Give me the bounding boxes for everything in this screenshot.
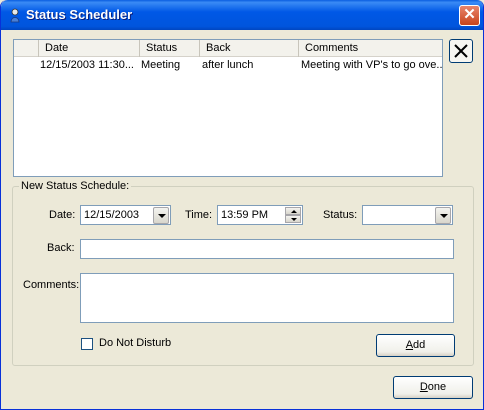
title-bar: Status Scheduler ✕ (1, 0, 483, 30)
close-window-button[interactable]: ✕ (459, 5, 480, 26)
chevron-down-icon[interactable] (153, 207, 169, 224)
do-not-disturb-label[interactable]: Do Not Disturb (99, 337, 171, 349)
close-x-icon (454, 44, 468, 58)
time-label: Time: (185, 209, 213, 221)
app-icon (10, 8, 20, 23)
column-header-status[interactable]: Status (140, 40, 200, 57)
back-input[interactable] (80, 239, 454, 259)
schedule-list[interactable]: Date Status Back Comments 12/15/2003 11:… (13, 39, 443, 177)
chevron-down-icon[interactable] (435, 207, 451, 224)
row-status: Meeting (141, 59, 181, 71)
time-spinner[interactable] (285, 207, 301, 224)
column-header-back[interactable]: Back (200, 40, 299, 57)
spin-up-icon[interactable] (285, 207, 301, 215)
back-label: Back: (47, 242, 75, 254)
row-date: 12/15/2003 11:30... (40, 59, 134, 71)
add-button[interactable]: Add (376, 334, 455, 357)
date-label: Date: (49, 209, 76, 221)
row-comments: Meeting with VP's to go ove... (301, 59, 443, 71)
status-scheduler-window: Status Scheduler ✕ Date Status Back Comm… (0, 0, 484, 410)
status-label: Status: (323, 209, 358, 221)
table-row[interactable]: 12/15/2003 11:30... Meeting after lunch … (14, 58, 443, 73)
add-button-label: dd (413, 339, 426, 351)
done-button-label: one (427, 381, 447, 393)
comments-textarea[interactable] (80, 273, 454, 323)
list-header: Date Status Back Comments (14, 40, 442, 57)
comments-label: Comments: (23, 279, 80, 291)
window-title: Status Scheduler (26, 7, 133, 22)
spin-down-icon[interactable] (285, 215, 301, 223)
status-select[interactable] (362, 205, 453, 225)
add-button-accel: A (405, 339, 414, 351)
done-button-accel: D (419, 381, 428, 393)
group-legend: New Status Schedule: (19, 180, 132, 192)
column-header-comments[interactable]: Comments (299, 40, 442, 57)
row-back: after lunch (202, 59, 254, 71)
column-header-date[interactable]: Date (39, 40, 140, 57)
do-not-disturb-checkbox[interactable] (81, 338, 93, 350)
column-header-blank[interactable] (14, 40, 39, 57)
delete-schedule-button[interactable] (449, 39, 473, 63)
date-value: 12/15/2003 (84, 209, 140, 221)
done-button[interactable]: Done (393, 376, 473, 399)
date-picker[interactable]: 12/15/2003 (80, 205, 171, 225)
time-value: 13:59 PM (221, 209, 269, 221)
time-picker[interactable]: 13:59 PM (217, 205, 303, 225)
